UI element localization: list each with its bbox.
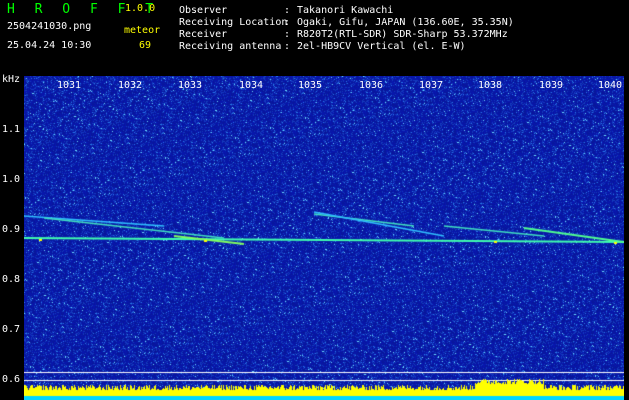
x-tick-label: 1037 <box>418 80 444 91</box>
x-tick-label: 1034 <box>238 80 264 91</box>
mode-label: meteor <box>124 25 161 36</box>
observer-value: Takanori Kawachi <box>297 5 394 16</box>
receiver-value: R820T2(RTL-SDR) SDR-Sharp 53.372MHz <box>297 29 508 40</box>
hrofft-window: { "header": { "app_name": "H R O F F T",… <box>0 0 629 400</box>
location-label: Receiving Location <box>179 17 288 28</box>
y-tick-label: 1.1 <box>2 124 21 135</box>
y-axis-unit: kHz <box>2 74 21 85</box>
y-tick-label: 0.9 <box>2 224 21 235</box>
y-tick-label: 1.0 <box>2 174 21 185</box>
location-colon: : <box>284 17 291 28</box>
x-tick-label: 1036 <box>358 80 384 91</box>
y-tick-label: 0.7 <box>2 324 21 335</box>
location-value: Ogaki, Gifu, JAPAN (136.60E, 35.35N) <box>297 17 514 28</box>
y-tick-label: 0.8 <box>2 274 21 285</box>
meteor-count: 69 <box>139 40 152 51</box>
x-tick-label: 1033 <box>177 80 203 91</box>
observer-label: Observer <box>179 5 228 16</box>
antenna-value: 2el-HB9CV Vertical (el. E-W) <box>297 41 466 52</box>
waterfall-spectrogram <box>24 76 624 400</box>
x-tick-label: 1031 <box>56 80 82 91</box>
receiver-colon: : <box>284 29 291 40</box>
app-version: 1.0.0 <box>125 3 156 14</box>
x-tick-label: 1040 <box>597 80 623 91</box>
receiver-label: Receiver <box>179 29 228 40</box>
antenna-colon: : <box>284 41 291 52</box>
file-name: 2504241030.png <box>7 21 92 32</box>
x-tick-label: 1035 <box>297 80 323 91</box>
timestamp: 25.04.24 10:30 <box>7 40 92 51</box>
observer-colon: : <box>284 5 291 16</box>
x-tick-label: 1032 <box>117 80 143 91</box>
y-tick-label: 0.6 <box>2 374 21 385</box>
x-tick-label: 1038 <box>477 80 503 91</box>
antenna-label: Receiving antenna <box>179 41 282 52</box>
x-tick-label: 1039 <box>538 80 564 91</box>
